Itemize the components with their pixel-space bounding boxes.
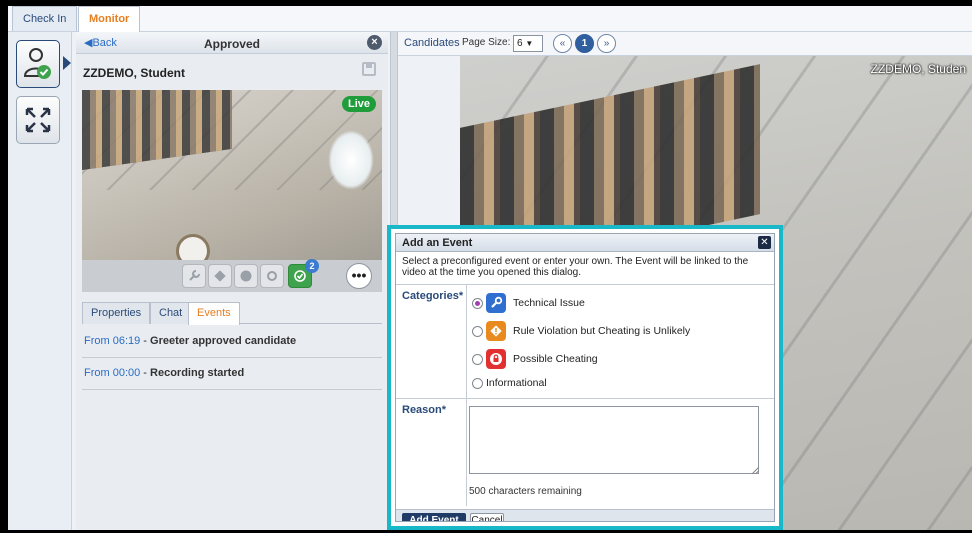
wrench-icon (486, 293, 506, 313)
event-time: From 06:19 (84, 335, 141, 347)
tab-chat[interactable]: Chat (150, 302, 192, 324)
event-text: Recording started (150, 367, 245, 379)
dialog-instructions: Select a preconfigured event or enter yo… (402, 256, 749, 278)
candidate-panel-header: ◀︎Back Approved × (76, 32, 388, 54)
candidate-panel: ◀︎Back Approved × ZZDEMO, Student Live 2… (76, 32, 388, 530)
category-technical-issue[interactable]: Technical Issue (472, 292, 585, 314)
candidates-title: Candidates (404, 37, 460, 49)
approved-candidate-view-button[interactable] (16, 40, 60, 88)
cancel-button[interactable]: Cancel (470, 513, 504, 521)
settings-button[interactable] (260, 264, 284, 288)
chevron-down-icon: ▼ (525, 39, 534, 48)
event-separator: - (140, 367, 151, 379)
tab-check-in[interactable]: Check In (12, 6, 78, 31)
timer-check-icon (294, 270, 306, 282)
divider (396, 284, 774, 285)
page-size-select[interactable]: 6 ▼ (513, 35, 543, 52)
page-size-value: 6 (517, 38, 523, 49)
close-panel-icon[interactable]: × (367, 35, 382, 50)
dialog-highlight: Add an Event ✕ Select a preconfigured ev… (387, 225, 783, 530)
event-row[interactable]: From 00:00 - Recording started (82, 358, 382, 390)
video-person-head (176, 234, 210, 260)
radio-button[interactable] (472, 297, 483, 309)
events-button[interactable]: 2 (288, 259, 319, 288)
close-icon[interactable]: ✕ (758, 236, 771, 249)
event-text: Greeter approved candidate (150, 335, 297, 347)
reason-label: Reason* (402, 404, 447, 416)
user-check-icon (23, 48, 51, 79)
category-informational[interactable]: Informational (472, 372, 547, 394)
wrench-button[interactable] (182, 264, 206, 288)
option-label: Technical Issue (513, 297, 585, 309)
video-toolbar: 2 ••• (82, 259, 382, 292)
add-event-button[interactable]: Add Event (402, 513, 466, 521)
category-rule-violation[interactable]: Rule Violation but Cheating is Unlikely (472, 320, 690, 342)
next-page-button[interactable]: » (597, 34, 616, 53)
candidate-video: Live (82, 90, 382, 260)
event-row[interactable]: From 06:19 - Greeter approved candidate (82, 326, 382, 358)
video-ceiling-light (328, 130, 374, 190)
selection-pointer (63, 56, 71, 70)
tab-properties[interactable]: Properties (82, 302, 151, 324)
previous-page-button[interactable]: « (553, 34, 572, 53)
more-options-button[interactable]: ••• (346, 263, 372, 289)
add-event-dialog: Add an Event ✕ Select a preconfigured ev… (395, 233, 775, 522)
event-time: From 00:00 (84, 367, 141, 379)
warning-button[interactable] (208, 264, 232, 288)
warning-icon (486, 321, 506, 341)
save-icon[interactable] (362, 62, 376, 76)
reason-textarea[interactable] (469, 406, 759, 474)
option-label: Possible Cheating (513, 353, 598, 365)
radio-button[interactable] (472, 353, 483, 365)
radio-button[interactable] (472, 377, 483, 389)
wrench-icon (189, 270, 200, 281)
divider (396, 398, 774, 399)
characters-remaining: 500 characters remaining (469, 486, 582, 497)
lock-icon (486, 349, 506, 369)
gear-icon (267, 271, 277, 281)
tab-events[interactable]: Events (188, 302, 240, 325)
cheating-button[interactable] (234, 264, 258, 288)
live-badge: Live (341, 96, 376, 112)
dialog-title: Add an Event (396, 234, 774, 252)
warning-icon (214, 270, 226, 282)
category-possible-cheating[interactable]: Possible Cheating (472, 348, 598, 370)
divider (466, 284, 467, 506)
left-rail (8, 32, 72, 530)
event-separator: - (140, 335, 151, 347)
expand-icon (25, 107, 51, 133)
candidate-name: ZZDEMO, Student (83, 66, 185, 80)
resize-grip[interactable] (752, 467, 759, 474)
current-page-button[interactable]: 1 (575, 34, 594, 53)
video-candidate-name: ZZDEMO, Studen (870, 62, 966, 76)
expand-button[interactable] (16, 96, 60, 144)
page-size-label: Page Size: (462, 37, 511, 48)
top-tab-bar: Check In Monitor (8, 6, 972, 32)
notification-badge: 2 (305, 259, 319, 273)
tab-monitor[interactable]: Monitor (78, 6, 141, 32)
approval-status: Approved (203, 37, 260, 51)
candidates-toolbar: Candidates Page Size: 6 ▼ « 1 » (398, 32, 972, 56)
categories-label: Categories* (402, 290, 464, 302)
option-label: Rule Violation but Cheating is Unlikely (513, 325, 691, 337)
option-label: Informational (486, 377, 547, 389)
panel-subtabs: Properties Chat Events (82, 302, 382, 325)
radio-button[interactable] (472, 325, 483, 337)
stop-icon (240, 270, 252, 282)
